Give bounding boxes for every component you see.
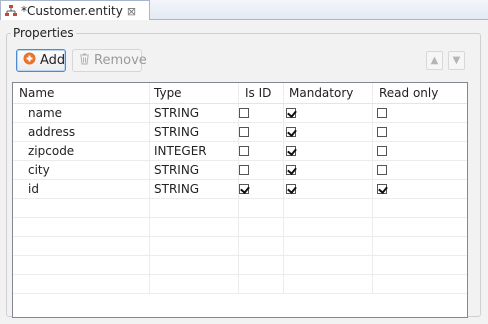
read-only-checkbox[interactable]: [377, 127, 387, 137]
add-button[interactable]: Add: [16, 49, 66, 72]
column-header-mandatory[interactable]: Mandatory: [284, 83, 373, 103]
read-only-cell[interactable]: [373, 218, 467, 236]
properties-group-label: Properties: [11, 26, 76, 40]
name-cell[interactable]: [13, 275, 150, 293]
remove-button[interactable]: Remove: [72, 49, 147, 72]
column-header-read-only[interactable]: Read only: [373, 83, 467, 103]
tab-customer-entity[interactable]: *Customer.entity ⊠: [0, 0, 150, 21]
name-cell[interactable]: city: [13, 161, 150, 179]
read-only-cell[interactable]: [373, 275, 467, 293]
name-cell[interactable]: [13, 199, 150, 217]
chevron-down-icon: ▼: [452, 55, 461, 66]
read-only-cell[interactable]: [373, 237, 467, 255]
mandatory-checkbox[interactable]: [286, 146, 296, 156]
mandatory-cell[interactable]: [284, 180, 373, 198]
mandatory-cell[interactable]: [284, 237, 373, 255]
mandatory-cell[interactable]: [284, 256, 373, 274]
mandatory-checkbox[interactable]: [286, 108, 296, 118]
mandatory-cell[interactable]: [284, 123, 373, 141]
table-row[interactable]: id STRING: [13, 180, 467, 199]
table-row[interactable]: [13, 199, 467, 218]
is-id-checkbox[interactable]: [239, 127, 249, 137]
name-cell[interactable]: id: [13, 180, 150, 198]
add-button-label: Add: [40, 53, 66, 68]
is-id-cell[interactable]: [239, 237, 284, 255]
table-row[interactable]: [13, 237, 467, 256]
is-id-cell[interactable]: [239, 218, 284, 236]
close-icon[interactable]: ⊠: [127, 5, 136, 18]
is-id-cell[interactable]: [239, 161, 284, 179]
table-row[interactable]: [13, 256, 467, 275]
is-id-cell[interactable]: [239, 123, 284, 141]
mandatory-cell[interactable]: [284, 142, 373, 160]
is-id-checkbox[interactable]: [239, 165, 249, 175]
editor-tab-strip: *Customer.entity ⊠: [0, 0, 488, 21]
entity-tree-icon: [4, 4, 18, 18]
read-only-cell[interactable]: [373, 180, 467, 198]
is-id-cell[interactable]: [239, 275, 284, 293]
read-only-cell[interactable]: [373, 104, 467, 122]
read-only-cell[interactable]: [373, 256, 467, 274]
type-cell[interactable]: STRING: [150, 161, 239, 179]
type-cell[interactable]: [150, 256, 239, 274]
column-header-is-id[interactable]: Is ID: [239, 83, 284, 103]
chevron-up-icon: ▲: [430, 55, 439, 66]
column-header-name[interactable]: Name: [13, 83, 150, 103]
is-id-cell[interactable]: [239, 142, 284, 160]
mandatory-cell[interactable]: [284, 199, 373, 217]
type-cell[interactable]: [150, 218, 239, 236]
table-row[interactable]: address STRING: [13, 123, 467, 142]
move-down-button[interactable]: ▼: [448, 51, 465, 70]
type-cell[interactable]: STRING: [150, 123, 239, 141]
mandatory-checkbox[interactable]: [286, 127, 296, 137]
type-cell[interactable]: [150, 199, 239, 217]
read-only-checkbox[interactable]: [377, 146, 387, 156]
tab-title: *Customer.entity: [21, 4, 123, 18]
read-only-checkbox[interactable]: [377, 165, 387, 175]
table-row[interactable]: name STRING: [13, 104, 467, 123]
table-row[interactable]: zipcode INTEGER: [13, 142, 467, 161]
type-cell[interactable]: STRING: [150, 180, 239, 198]
table-row[interactable]: [13, 275, 467, 294]
read-only-checkbox[interactable]: [377, 108, 387, 118]
name-cell[interactable]: name: [13, 104, 150, 122]
table-header: Name Type Is ID Mandatory Read only: [13, 83, 467, 104]
is-id-checkbox[interactable]: [239, 146, 249, 156]
type-cell[interactable]: [150, 237, 239, 255]
type-cell[interactable]: STRING: [150, 104, 239, 122]
read-only-checkbox[interactable]: [377, 184, 387, 194]
is-id-cell[interactable]: [239, 199, 284, 217]
read-only-cell[interactable]: [373, 123, 467, 141]
mandatory-cell[interactable]: [284, 218, 373, 236]
is-id-cell[interactable]: [239, 180, 284, 198]
type-cell[interactable]: [150, 275, 239, 293]
read-only-cell[interactable]: [373, 199, 467, 217]
properties-table[interactable]: Name Type Is ID Mandatory Read only name…: [12, 82, 468, 318]
name-cell[interactable]: [13, 218, 150, 236]
mandatory-cell[interactable]: [284, 104, 373, 122]
read-only-cell[interactable]: [373, 161, 467, 179]
table-row[interactable]: [13, 218, 467, 237]
remove-button-label: Remove: [94, 53, 147, 68]
name-cell[interactable]: [13, 237, 150, 255]
name-cell[interactable]: address: [13, 123, 150, 141]
type-cell[interactable]: INTEGER: [150, 142, 239, 160]
mandatory-cell[interactable]: [284, 275, 373, 293]
add-icon: [23, 52, 36, 69]
is-id-checkbox[interactable]: [239, 108, 249, 118]
is-id-cell[interactable]: [239, 256, 284, 274]
column-header-type[interactable]: Type: [150, 83, 239, 103]
read-only-cell[interactable]: [373, 142, 467, 160]
name-cell[interactable]: [13, 256, 150, 274]
remove-icon: [79, 53, 90, 69]
mandatory-checkbox[interactable]: [286, 165, 296, 175]
mandatory-cell[interactable]: [284, 161, 373, 179]
move-up-button[interactable]: ▲: [426, 51, 443, 70]
is-id-cell[interactable]: [239, 104, 284, 122]
mandatory-checkbox[interactable]: [286, 184, 296, 194]
is-id-checkbox[interactable]: [239, 184, 249, 194]
table-row[interactable]: city STRING: [13, 161, 467, 180]
entity-editor: Properties Add Remove ▲ ▼ Name Type Is I…: [0, 20, 488, 324]
name-cell[interactable]: zipcode: [13, 142, 150, 160]
